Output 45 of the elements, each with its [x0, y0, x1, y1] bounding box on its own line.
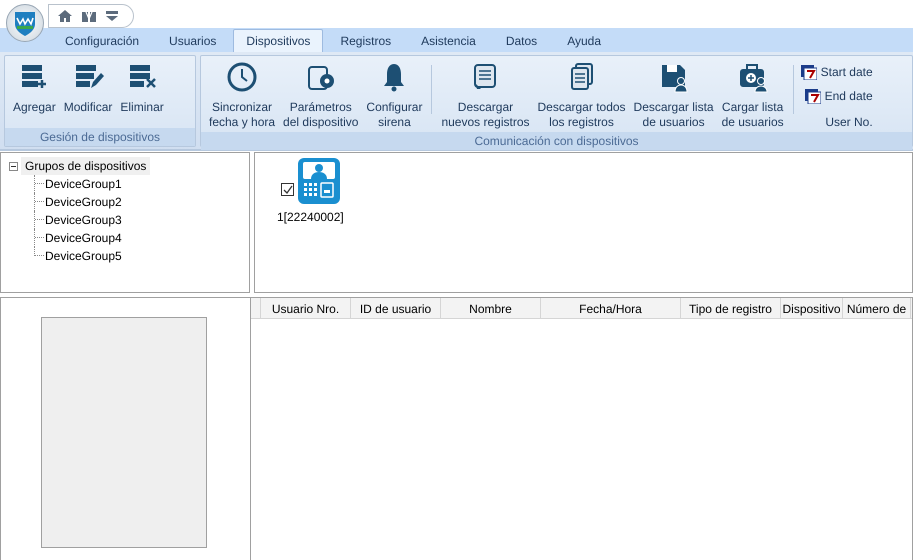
ribbon-tab[interactable]: Datos [492, 29, 550, 52]
column-header[interactable]: Nombre [441, 298, 541, 318]
column-header[interactable]: Dispositivo [781, 298, 843, 318]
ribbon-button[interactable]: Parámetros del dispositivo [281, 59, 360, 132]
tree-item[interactable]: Grupos de dispositivos [21, 157, 150, 175]
column-header[interactable]: Fecha/Hora [541, 298, 681, 318]
ribbon-tab[interactable]: Asistencia [408, 29, 489, 52]
ribbon-tab[interactable]: Dispositivos [233, 29, 324, 52]
ribbon-button[interactable]: Cargar lista de usuarios [720, 59, 786, 132]
column-header[interactable]: Usuario Nro. [261, 298, 351, 318]
ribbon-button[interactable]: Agregar [11, 59, 58, 128]
app-logo[interactable] [6, 4, 44, 42]
calendar-icon [804, 88, 821, 104]
tree-item[interactable]: DeviceGroup1 [45, 175, 122, 193]
collapse-icon[interactable] [9, 162, 18, 170]
date-field-button[interactable]: Start date [800, 63, 873, 81]
ribbon-button[interactable]: Modificar [62, 59, 114, 128]
home-icon[interactable] [57, 9, 73, 23]
tree-item[interactable]: DeviceGroup4 [45, 229, 122, 247]
ribbon-button[interactable]: Configurar sirena [364, 59, 424, 132]
dropdown-icon[interactable] [105, 10, 119, 22]
ribbon-tab[interactable]: Usuarios [156, 29, 230, 52]
column-header[interactable]: ID de usuario [351, 298, 441, 318]
ribbon-button[interactable]: Sincronizar fecha y hora [207, 59, 278, 132]
group-label: Comunicación con dispositivos [201, 132, 912, 150]
device-label[interactable]: 1[22240002] [277, 208, 344, 226]
group-label: Gesión de dispositivos [5, 128, 195, 146]
ribbon-button[interactable]: Descargar nuevos registros [439, 59, 532, 132]
calendar-icon [800, 64, 817, 80]
tree-item[interactable]: DeviceGroup2 [45, 193, 122, 211]
ribbon-tab[interactable]: Configuración [52, 29, 152, 52]
ribbon-button[interactable]: Descargar todos los registros [536, 59, 628, 132]
ribbon-tab[interactable]: Registros [327, 29, 404, 52]
ribbon-tab[interactable]: Ayuda [554, 29, 614, 52]
date-field-button[interactable]: End date [804, 87, 873, 105]
column-header[interactable]: Tipo de registro [681, 298, 781, 318]
clock-icon [226, 61, 258, 93]
tree-item[interactable]: DeviceGroup3 [45, 211, 122, 229]
ribbon-button[interactable]: Eliminar [118, 59, 166, 128]
device-checkbox[interactable] [280, 182, 294, 196]
ribbon-button[interactable]: Descargar lista de usuarios [632, 59, 716, 132]
user-no-label: User No. [825, 114, 873, 131]
column-header[interactable]: Número de [843, 298, 911, 318]
terminal-icon [298, 158, 340, 204]
tree-item[interactable]: DeviceGroup5 [45, 247, 122, 265]
